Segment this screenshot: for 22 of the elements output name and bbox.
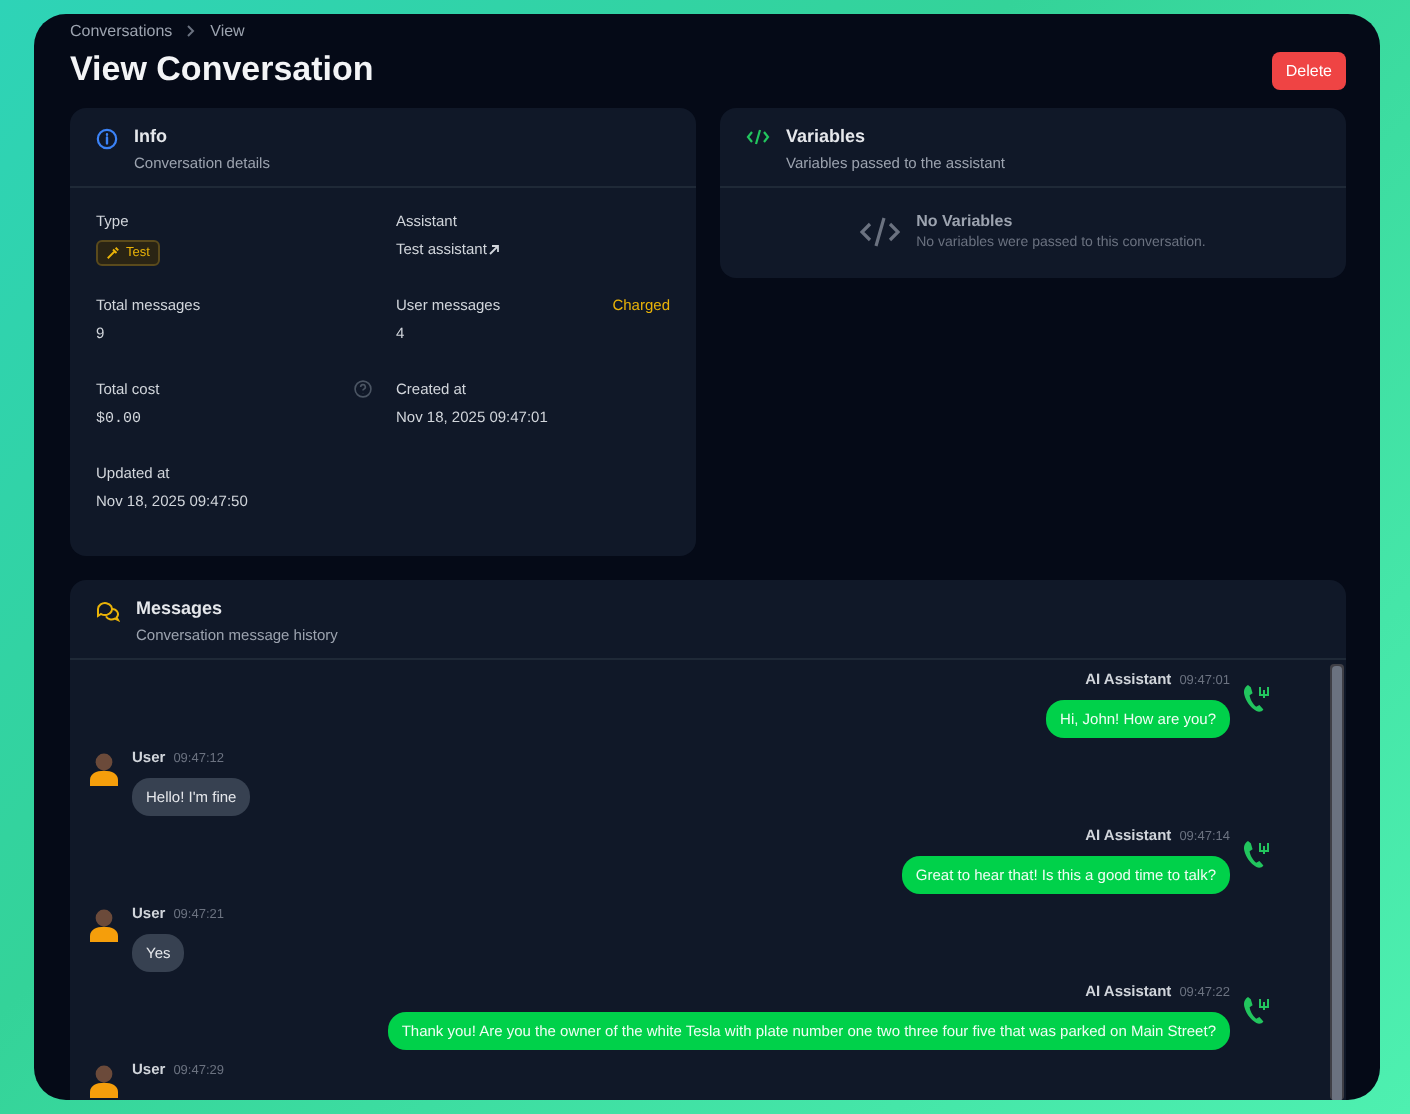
user-avatar-icon <box>88 908 120 942</box>
phone-icon <box>1242 994 1272 1026</box>
delete-button[interactable]: Delete <box>1271 51 1346 89</box>
card-title: Info <box>134 126 169 146</box>
breadcrumb-link[interactable]: View <box>210 21 245 39</box>
phone-icon <box>1242 838 1272 870</box>
info-icon <box>96 128 118 150</box>
chat-icon <box>96 600 120 622</box>
phone-icon <box>1242 682 1272 714</box>
user-avatar-icon <box>88 752 120 786</box>
empty-title: No Variables <box>916 212 1015 230</box>
scrollbar[interactable] <box>1330 664 1344 1100</box>
code-icon <box>860 215 901 247</box>
page-title: View Conversation <box>70 50 374 90</box>
external-link-icon <box>488 243 501 255</box>
breadcrumb-link[interactable]: Conversations <box>70 21 173 39</box>
user-avatar-icon <box>88 1064 120 1098</box>
help-icon[interactable] <box>354 380 372 398</box>
card-title: Variables <box>786 126 868 146</box>
code-icon <box>746 128 770 146</box>
chevron-icon <box>186 23 197 37</box>
card-title: Messages <box>136 598 225 618</box>
